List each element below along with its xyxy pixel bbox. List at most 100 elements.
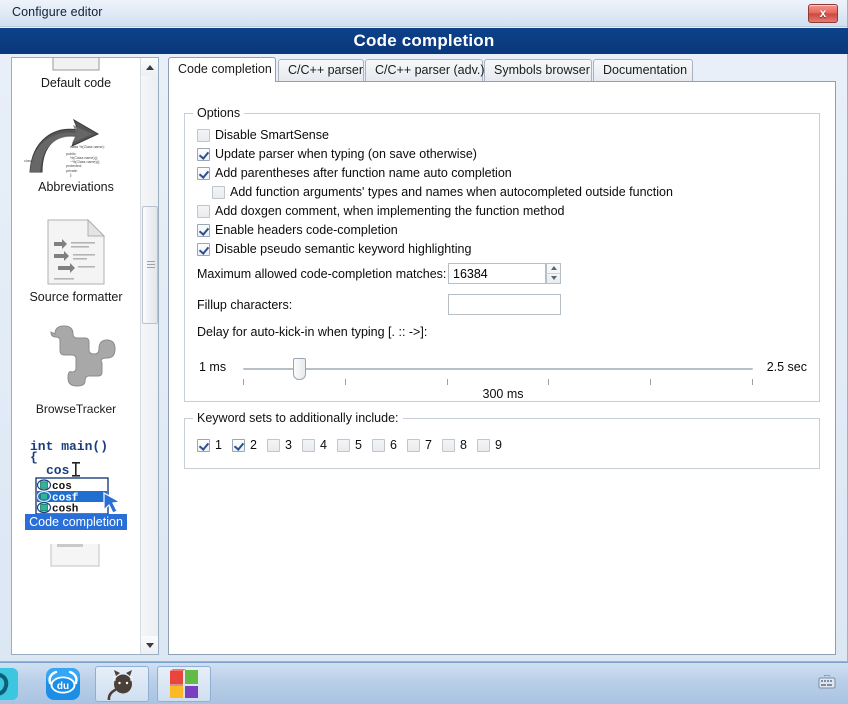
delay-slider-track[interactable] — [243, 368, 753, 370]
settings-panel: Code completion C/C++ parser C/C++ parse… — [168, 57, 836, 655]
max-matches-stepper[interactable] — [546, 263, 561, 284]
checkbox-keyword-set-1[interactable]: 1 — [197, 438, 222, 452]
chevron-up-icon — [146, 64, 154, 70]
fillup-characters-label: Fillup characters: — [197, 298, 293, 312]
checkbox-label: Enable headers code-completion — [215, 223, 398, 237]
close-icon: x — [819, 6, 827, 20]
chevron-up-icon — [550, 266, 557, 271]
checkbox-label: 2 — [250, 438, 257, 452]
keyboard-icon[interactable] — [818, 674, 836, 692]
sidebar-item-label: Source formatter — [29, 290, 123, 304]
sidebar-item-source-formatter[interactable]: Source formatter — [12, 200, 140, 310]
checkbox-box — [477, 438, 490, 452]
tab-cpp-parser[interactable]: C/C++ parser — [278, 59, 364, 81]
checkbox-box — [372, 438, 385, 452]
grip-icon — [147, 261, 155, 269]
svg-text:protected:: protected: — [66, 164, 82, 168]
fillup-characters-input[interactable] — [448, 294, 561, 315]
tab-cpp-parser-adv[interactable]: C/C++ parser (adv.) — [365, 59, 485, 81]
checkbox-box — [197, 128, 210, 142]
taskbar-app-teal[interactable] — [0, 666, 38, 702]
stepper-down-button[interactable] — [547, 274, 560, 284]
sidebar-item-abbreviations[interactable]: class class %(Class name): public: %(Cla… — [12, 96, 140, 200]
sidebar-item-next[interactable] — [12, 530, 140, 570]
sidebar-item-label: Abbreviations — [38, 180, 114, 194]
title-bar: Configure editor x — [0, 0, 847, 27]
taskbar-app-baidu[interactable]: du — [36, 666, 90, 702]
checkbox-label: Add parentheses after function name auto… — [215, 166, 512, 180]
keyword-sets-group: Keyword sets to additionally include: 1 … — [184, 411, 820, 469]
checkbox-box — [197, 147, 210, 161]
tab-strip: Code completion C/C++ parser C/C++ parse… — [168, 57, 836, 82]
sidebar-item-default-code[interactable]: Default code — [12, 58, 140, 96]
close-button[interactable]: x — [808, 4, 838, 23]
checkbox-keyword-set-3[interactable]: 3 — [267, 438, 292, 452]
checkbox-box — [212, 185, 225, 199]
checkbox-label: Disable SmartSense — [215, 128, 329, 142]
sidebar-scrollbar[interactable] — [140, 58, 158, 654]
checkbox-label: 1 — [215, 438, 222, 452]
slider-max-label: 2.5 sec — [766, 360, 807, 374]
sidebar-item-label: Default code — [40, 76, 112, 90]
checkbox-box — [232, 438, 245, 452]
checkbox-add-function-arguments[interactable]: Add function arguments' types and names … — [212, 185, 673, 199]
checkbox-label: Update parser when typing (on save other… — [215, 147, 477, 161]
taskbar-app-windows[interactable] — [157, 666, 211, 702]
checkbox-keyword-set-2[interactable]: 2 — [232, 438, 257, 452]
tab-symbols-browser[interactable]: Symbols browser — [484, 59, 592, 81]
delay-slider-thumb[interactable] — [293, 358, 306, 380]
checkbox-update-parser-when-typing[interactable]: Update parser when typing (on save other… — [197, 147, 477, 161]
checkbox-disable-smartsense[interactable]: Disable SmartSense — [197, 128, 329, 142]
max-matches-label: Maximum allowed code-completion matches: — [197, 267, 447, 281]
slider-tick — [752, 379, 753, 385]
svg-text:};: }; — [70, 173, 72, 177]
checkbox-label: 6 — [390, 438, 397, 452]
checkbox-box — [407, 438, 420, 452]
checkbox-add-doxygen-comment[interactable]: Add doxgen comment, when implementing th… — [197, 204, 565, 218]
sidebar-item-code-completion[interactable]: int main() { cos cos cosf cosh Code comp… — [12, 422, 140, 530]
sidebar-item-label: BrowseTracker — [35, 402, 117, 416]
slider-tick — [650, 379, 651, 385]
checkbox-label: 7 — [425, 438, 432, 452]
scroll-up-button[interactable] — [141, 58, 158, 76]
checkbox-keyword-set-7[interactable]: 7 — [407, 438, 432, 452]
checkbox-disable-pseudo-semantic[interactable]: Disable pseudo semantic keyword highligh… — [197, 242, 471, 256]
puzzle-piece-icon — [12, 324, 140, 400]
windows-squares-icon — [170, 669, 198, 698]
checkbox-add-parentheses[interactable]: Add parentheses after function name auto… — [197, 166, 512, 180]
checkbox-keyword-set-5[interactable]: 5 — [337, 438, 362, 452]
sidebar-item-label: Code completion — [25, 514, 127, 530]
checkbox-label: Disable pseudo semantic keyword highligh… — [215, 242, 472, 256]
checkbox-box — [197, 204, 210, 218]
checkbox-box — [197, 223, 210, 237]
taskbar-app-cat[interactable] — [95, 666, 149, 702]
tab-documentation[interactable]: Documentation — [593, 59, 693, 81]
max-matches-input[interactable] — [448, 263, 546, 284]
chevron-down-icon — [146, 642, 154, 648]
sidebar-scroll-content: Default code class class %(Class name): … — [12, 58, 140, 654]
checkbox-box — [197, 166, 210, 180]
keyword-sets-legend: Keyword sets to additionally include: — [193, 411, 403, 425]
tab-code-completion[interactable]: Code completion — [168, 57, 276, 82]
checkbox-keyword-set-9[interactable]: 9 — [477, 438, 502, 452]
slider-tick — [345, 379, 346, 385]
slider-tick — [243, 379, 244, 385]
checkbox-enable-headers-code-completion[interactable]: Enable headers code-completion — [197, 223, 398, 237]
settings-category-list[interactable]: Default code class class %(Class name): … — [11, 57, 159, 655]
checkbox-box — [337, 438, 350, 452]
checkbox-label: Add function arguments' types and names … — [230, 185, 673, 199]
scroll-down-button[interactable] — [141, 636, 158, 654]
checkbox-box — [267, 438, 280, 452]
document-icon — [12, 58, 140, 74]
checkbox-keyword-set-6[interactable]: 6 — [372, 438, 397, 452]
svg-text:cos: cos — [46, 463, 70, 478]
sidebar-item-browsetracker[interactable]: BrowseTracker — [12, 310, 140, 422]
stepper-up-button[interactable] — [547, 264, 560, 274]
checkbox-keyword-set-4[interactable]: 4 — [302, 438, 327, 452]
delay-slider-group: 1 ms 2.5 sec 300 ms — [185, 344, 821, 401]
checkbox-keyword-set-8[interactable]: 8 — [442, 438, 467, 452]
checkbox-label: 3 — [285, 438, 292, 452]
checkbox-label: Add doxgen comment, when implementing th… — [215, 204, 565, 218]
checkbox-label: 4 — [320, 438, 327, 452]
scrollbar-thumb[interactable] — [142, 206, 158, 324]
